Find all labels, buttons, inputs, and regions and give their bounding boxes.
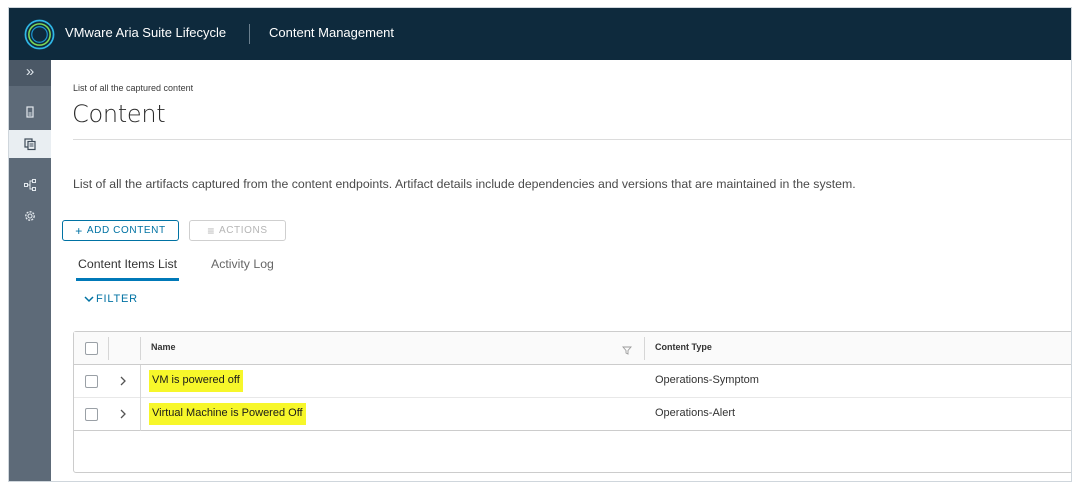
pipeline-icon (24, 179, 36, 191)
page-subtitle: List of all the captured content (73, 83, 194, 93)
sidebar-item-pipelines[interactable] (9, 171, 51, 199)
sidebar-collapse-button[interactable]: » (9, 60, 51, 86)
column-divider (108, 337, 109, 360)
plus-icon: + (75, 223, 83, 238)
chevron-right-icon (120, 409, 126, 419)
row-expander[interactable] (118, 374, 130, 388)
table-header-row: Name Content Type (74, 332, 1071, 365)
column-divider (644, 337, 645, 360)
column-divider (140, 398, 141, 431)
app-window: VMware Aria Suite Lifecycle Content Mana… (8, 7, 1072, 482)
section-title[interactable]: Content Management (269, 25, 394, 40)
select-all-checkbox[interactable] (85, 342, 98, 355)
datacenter-icon (26, 106, 34, 118)
page-title: Content (72, 100, 166, 128)
add-content-label: ADD CONTENT (86, 225, 166, 236)
sidebar: » (9, 60, 51, 481)
actions-button[interactable]: ≡ ACTIONS (189, 220, 286, 241)
content-copy-icon (24, 138, 36, 151)
column-header-name[interactable]: Name (151, 342, 176, 352)
gear-icon (25, 211, 35, 221)
filter-toggle[interactable]: FILTER (84, 293, 138, 305)
column-filter-icon[interactable] (622, 345, 632, 355)
top-header: VMware Aria Suite Lifecycle Content Mana… (9, 8, 1071, 60)
row-checkbox[interactable] (85, 408, 98, 421)
page-description: List of all the artifacts captured from … (73, 177, 856, 191)
table-row[interactable]: Virtual Machine is Powered Off Operation… (74, 398, 1071, 431)
column-divider (140, 337, 141, 360)
table-row[interactable]: VM is powered off Operations-Symptom (74, 365, 1071, 398)
app-title[interactable]: VMware Aria Suite Lifecycle (65, 25, 226, 40)
tab-content-items-list[interactable]: Content Items List (76, 255, 180, 281)
row-expander[interactable] (118, 407, 130, 421)
title-divider (73, 139, 1071, 140)
header-divider (249, 24, 250, 44)
chevron-right-icon (120, 376, 126, 386)
row-checkbox[interactable] (85, 375, 98, 388)
vmware-logo-icon[interactable] (24, 19, 55, 50)
column-divider (140, 365, 141, 398)
add-content-button[interactable]: + ADD CONTENT (62, 220, 179, 241)
chevron-down-icon (84, 296, 94, 303)
row-name-link[interactable]: VM is powered off (149, 370, 243, 392)
tab-activity-log[interactable]: Activity Log (211, 255, 274, 281)
content-table: Name Content Type VM is powered off Oper… (73, 331, 1071, 473)
tab-bar: Content Items List Activity Log (73, 255, 1071, 281)
row-content-type: Operations-Symptom (655, 374, 759, 386)
sidebar-item-settings[interactable] (9, 202, 51, 230)
row-content-type: Operations-Alert (655, 407, 736, 419)
actions-label: ACTIONS (218, 225, 268, 236)
main-content: List of all the captured content Content… (51, 60, 1071, 481)
sidebar-item-content[interactable] (9, 130, 51, 158)
column-header-content-type[interactable]: Content Type (655, 342, 712, 352)
menu-icon: ≡ (207, 223, 215, 238)
filter-label: FILTER (96, 293, 138, 305)
sidebar-item-datacenter[interactable] (9, 98, 51, 126)
row-name-link[interactable]: Virtual Machine is Powered Off (149, 403, 306, 425)
